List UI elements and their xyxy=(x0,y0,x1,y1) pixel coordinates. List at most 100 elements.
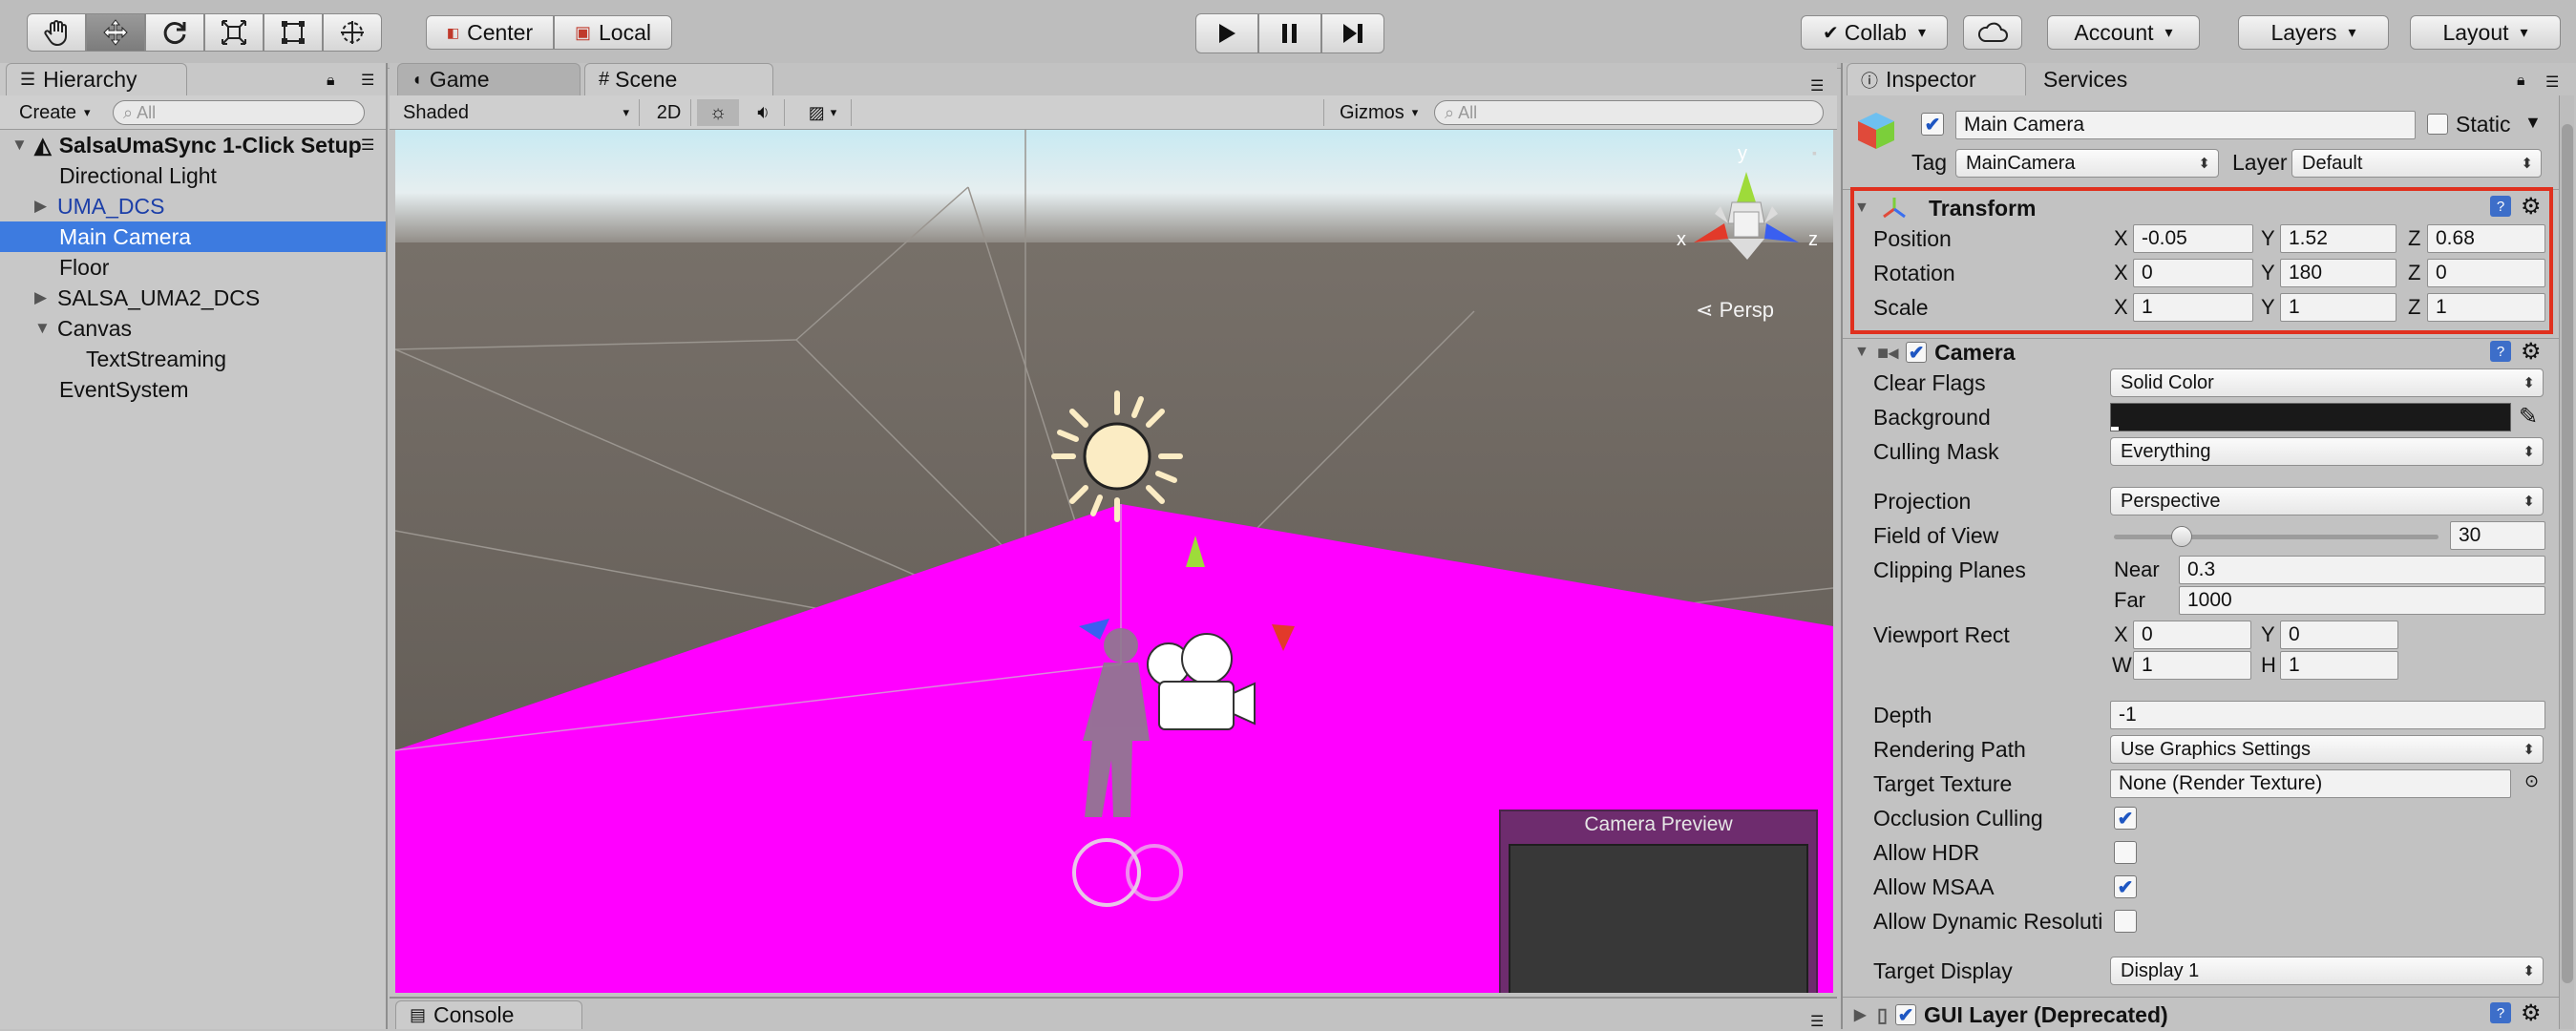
hierarchy-item-directional-light[interactable]: Directional Light xyxy=(0,160,386,191)
gizmos-dropdown[interactable]: Gizmos ▾ xyxy=(1323,99,1419,126)
scale-tool-button[interactable] xyxy=(204,13,264,52)
play-button[interactable] xyxy=(1195,13,1258,53)
foldout-triangle-icon[interactable]: ▶ xyxy=(1854,1005,1873,1024)
2d-toggle-button[interactable]: 2D xyxy=(647,99,691,126)
persp-toggle[interactable]: ⋖ Persp xyxy=(1696,298,1774,323)
tab-game[interactable]: ◖ Game xyxy=(397,63,581,95)
panel-menu-icon[interactable]: ☰ xyxy=(1810,76,1824,95)
layer-dropdown[interactable]: Default xyxy=(2291,149,2542,178)
help-book-icon[interactable]: ? xyxy=(2490,1002,2511,1023)
panel-menu-icon[interactable]: ☰ xyxy=(1810,1012,1824,1031)
cloud-button[interactable] xyxy=(1963,15,2022,50)
culling-mask-dropdown[interactable]: Everything xyxy=(2110,437,2544,466)
tab-hierarchy[interactable]: ☰ Hierarchy xyxy=(6,63,187,95)
expand-triangle-icon[interactable]: ▶ xyxy=(34,288,57,307)
target-texture-field[interactable]: None (Render Texture) xyxy=(2110,769,2511,798)
lock-icon[interactable]: 🔒︎ xyxy=(327,73,335,90)
viewport-w-input[interactable]: 1 xyxy=(2133,651,2251,680)
rect-tool-button[interactable] xyxy=(264,13,323,52)
scene-menu-icon[interactable]: ☰ xyxy=(361,136,374,155)
layout-dropdown[interactable]: Layout xyxy=(2410,15,2561,50)
lock-icon[interactable]: 🔒︎ xyxy=(2517,73,2525,90)
scrollbar-thumb[interactable] xyxy=(2562,124,2573,983)
tab-console[interactable]: ▤ Console xyxy=(395,1000,582,1029)
settings-gear-icon[interactable]: ⚙ xyxy=(2521,999,2542,1027)
hierarchy-item-canvas[interactable]: ▼ Canvas xyxy=(0,313,386,344)
move-tool-button[interactable] xyxy=(86,13,145,52)
step-button[interactable] xyxy=(1321,13,1384,53)
foldout-triangle-icon[interactable]: ▼ xyxy=(1854,344,1873,361)
space-local-button[interactable]: ▣ Local xyxy=(554,15,672,50)
pivot-center-button[interactable]: ◧ Center xyxy=(426,15,554,50)
inspector-scrollbar[interactable] xyxy=(2559,95,2574,1029)
scene-search-input[interactable]: ⌕ All xyxy=(1434,100,1824,125)
hierarchy-item-eventsystem[interactable]: EventSystem xyxy=(0,374,386,405)
background-color-swatch[interactable] xyxy=(2110,403,2511,431)
settings-gear-icon[interactable]: ⚙ xyxy=(2521,338,2542,366)
camera-enabled-checkbox[interactable]: ✔ xyxy=(1906,342,1928,364)
hierarchy-item-uma-dcs[interactable]: ▶ UMA_DCS xyxy=(0,191,386,221)
object-picker-icon[interactable]: ⊙ xyxy=(2524,771,2539,791)
occlusion-culling-checkbox[interactable]: ✔ xyxy=(2114,807,2137,830)
viewport-y-input[interactable]: 0 xyxy=(2280,621,2398,649)
scene-viewport[interactable]: y x z ⋖ Persp ▪ Camera Preview xyxy=(395,130,1833,993)
hierarchy-item-salsa-uma2-dcs[interactable]: ▶ SALSA_UMA2_DCS xyxy=(0,283,386,313)
allow-msaa-checkbox[interactable]: ✔ xyxy=(2114,875,2137,898)
effects-dropdown[interactable]: ▨ ▾ xyxy=(794,99,852,126)
hierarchy-item-main-camera[interactable]: Main Camera xyxy=(0,221,386,252)
scene-root-row[interactable]: ▼ ◭ SalsaUmaSync 1-Click Setup xyxy=(0,130,386,160)
panel-menu-icon[interactable]: ☰ xyxy=(361,71,374,90)
gui-layer-header[interactable]: ▶ ▯ ✔ GUI Layer (Deprecated) xyxy=(1850,1000,2555,1029)
allow-hdr-checkbox[interactable] xyxy=(2114,841,2137,864)
layers-dropdown[interactable]: Layers xyxy=(2238,15,2389,50)
shading-mode-dropdown[interactable]: Shaded ▾ xyxy=(395,99,640,126)
eyedropper-icon[interactable]: ✎ xyxy=(2519,403,2538,431)
layers-label: Layers xyxy=(2270,19,2337,45)
panel-menu-icon[interactable]: ☰ xyxy=(2545,73,2559,92)
gui-layer-enabled-checkbox[interactable]: ✔ xyxy=(1895,1004,1917,1026)
lighting-toggle-button[interactable]: ☼ xyxy=(697,99,739,126)
object-active-checkbox[interactable]: ✔ xyxy=(1921,113,1944,136)
audio-toggle-button[interactable]: 🔉︎ xyxy=(743,99,785,126)
static-checkbox[interactable] xyxy=(2427,114,2448,135)
collab-dropdown[interactable]: ✔ Collab xyxy=(1801,15,1948,50)
expand-triangle-icon[interactable]: ▼ xyxy=(11,136,34,155)
object-name-input[interactable]: Main Camera xyxy=(1955,111,2416,139)
far-input[interactable]: 1000 xyxy=(2179,586,2545,615)
vp-x-label: X xyxy=(2114,622,2128,646)
tag-dropdown[interactable]: MainCamera xyxy=(1955,149,2219,178)
camera-preview-title: Camera Preview xyxy=(1584,813,1733,835)
hierarchy-item-floor[interactable]: Floor xyxy=(0,252,386,283)
target-display-dropdown[interactable]: Display 1 xyxy=(2110,957,2544,985)
tab-services[interactable]: Services xyxy=(2030,63,2183,95)
hierarchy-search-input[interactable]: ⌕ All xyxy=(113,100,365,125)
rendering-path-dropdown[interactable]: Use Graphics Settings xyxy=(2110,735,2544,764)
allow-dynamic-resolution-checkbox[interactable] xyxy=(2114,910,2137,933)
hierarchy-item-textstreaming[interactable]: TextStreaming xyxy=(0,344,386,374)
account-dropdown[interactable]: Account xyxy=(2047,15,2200,50)
rotate-tool-button[interactable] xyxy=(145,13,204,52)
projection-dropdown[interactable]: Perspective xyxy=(2110,487,2544,516)
hand-tool-button[interactable] xyxy=(27,13,86,52)
tab-inspector[interactable]: ⓘ Inspector xyxy=(1847,63,2026,95)
static-dropdown-arrow-icon[interactable]: ▼ xyxy=(2524,113,2542,133)
tab-scene[interactable]: # Scene xyxy=(584,63,773,95)
expand-triangle-icon[interactable]: ▶ xyxy=(34,197,57,216)
viewport-h-input[interactable]: 1 xyxy=(2280,651,2398,680)
orientation-gizmo[interactable] xyxy=(1665,147,1827,281)
small-lock-icon[interactable]: ▪ xyxy=(1812,145,1817,160)
viewport-x-input[interactable]: 0 xyxy=(2133,621,2251,649)
depth-label: Depth xyxy=(1873,703,1932,727)
collapse-triangle-icon[interactable]: ▼ xyxy=(34,319,57,338)
near-input[interactable]: 0.3 xyxy=(2179,556,2545,584)
create-dropdown[interactable]: Create ▾ xyxy=(10,99,97,126)
depth-input[interactable]: -1 xyxy=(2110,701,2545,729)
pause-button[interactable] xyxy=(1258,13,1321,53)
fov-input[interactable]: 30 xyxy=(2450,521,2545,550)
transform-tool-button[interactable] xyxy=(323,13,382,52)
clear-flags-dropdown[interactable]: Solid Color xyxy=(2110,368,2544,397)
fov-slider[interactable] xyxy=(2114,522,2439,551)
help-book-icon[interactable]: ? xyxy=(2490,341,2511,362)
fov-slider-thumb[interactable] xyxy=(2171,526,2192,547)
camera-header[interactable]: ▼ ■◂ ✔ Camera xyxy=(1850,338,2555,367)
